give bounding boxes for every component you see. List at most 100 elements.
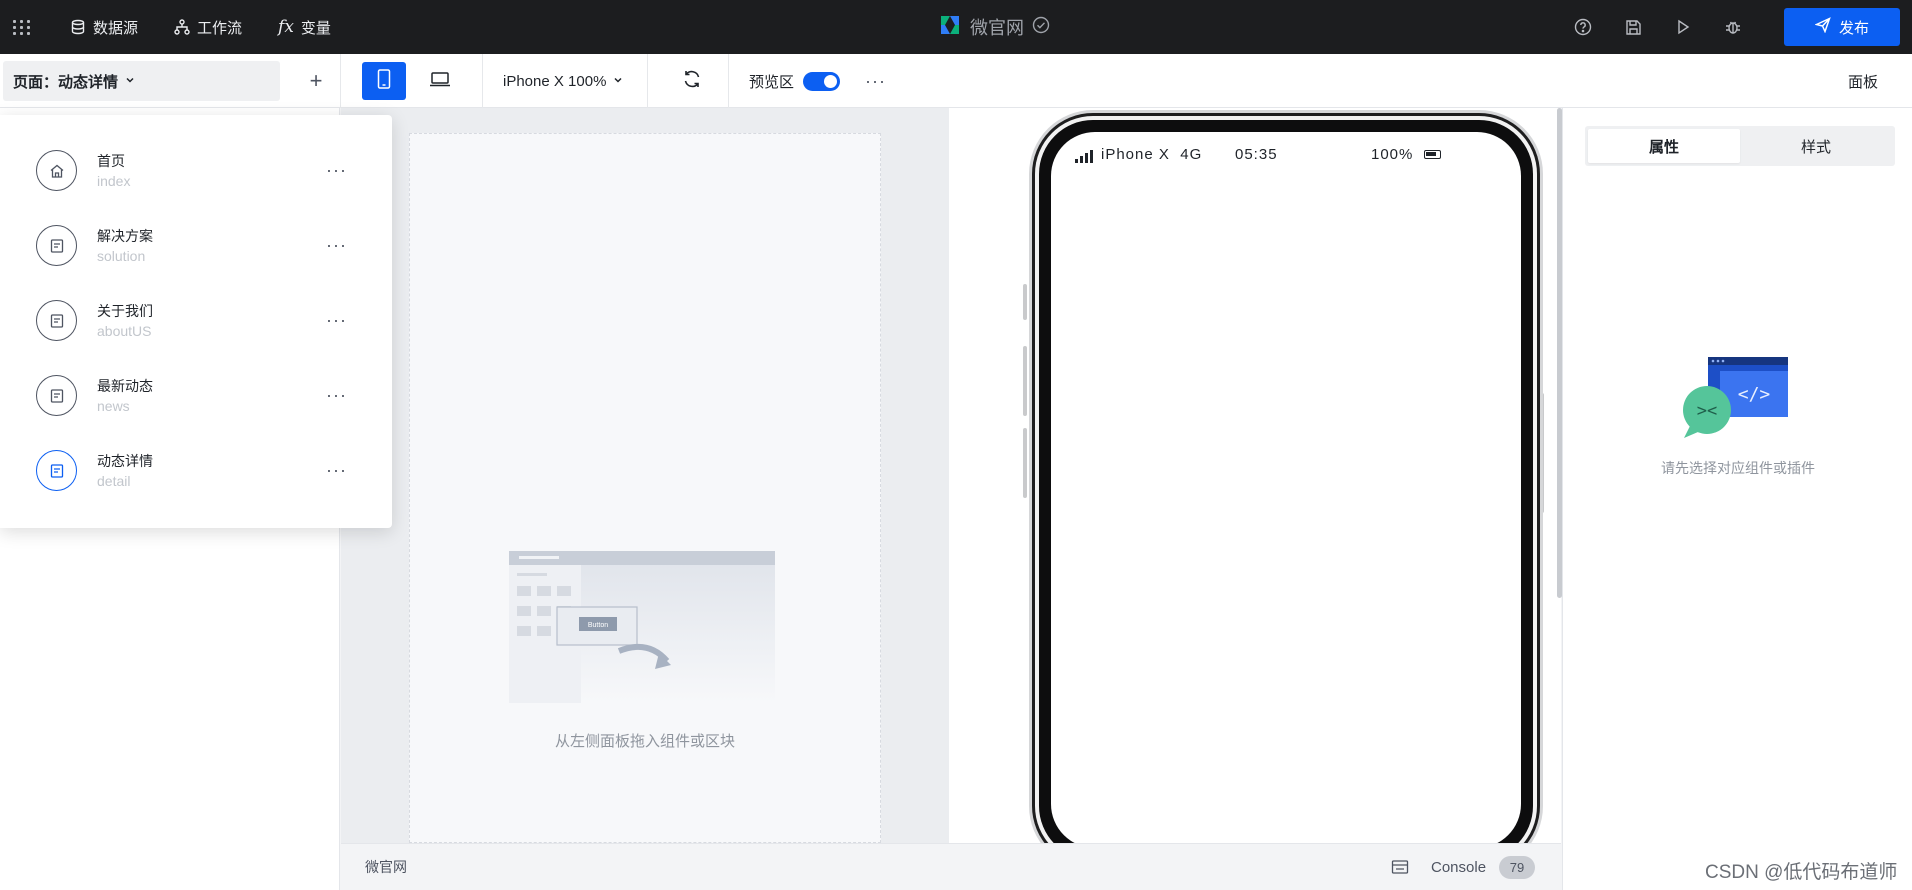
page-title: 动态详情 xyxy=(97,452,153,469)
status-battery-percent: 100% xyxy=(1371,146,1414,163)
illustration-button-label: Button xyxy=(588,622,608,629)
phone-mute-button xyxy=(1023,284,1027,320)
fx-icon: fx xyxy=(278,17,294,37)
more-options-icon[interactable]: ··· xyxy=(326,160,347,181)
tab-properties[interactable]: 属性 xyxy=(1588,129,1740,163)
divider xyxy=(482,54,483,108)
chevron-down-icon xyxy=(124,73,136,90)
phone-screen[interactable]: iPhone X 4G 05:35 100% xyxy=(1051,132,1521,843)
page-item-solution[interactable]: 解决方案 solution ··· xyxy=(0,208,392,283)
nav-workflow-label: 工作流 xyxy=(197,19,243,37)
more-options-icon[interactable]: ··· xyxy=(326,385,347,406)
page-item-detail[interactable]: 动态详情 detail ··· xyxy=(0,433,392,508)
signal-icon xyxy=(1075,149,1093,163)
app-title: 微官网 xyxy=(970,18,1024,38)
app-logo-icon xyxy=(938,14,962,41)
svg-text:</>: </> xyxy=(1738,384,1771,405)
page-slug: detail xyxy=(97,472,131,489)
page-icon xyxy=(36,375,77,416)
phone-preview-area: iPhone X 4G 05:35 100% xyxy=(949,108,1561,843)
console-count-badge: 79 xyxy=(1499,856,1535,879)
device-selector[interactable]: iPhone X 100% xyxy=(503,54,624,108)
home-icon xyxy=(36,150,77,191)
page-icon xyxy=(36,450,77,491)
app-title-group: 微官网 xyxy=(938,0,1050,54)
chevron-down-icon xyxy=(612,73,624,90)
bottom-bar: 微官网 Console 79 xyxy=(341,843,1561,890)
editor-toolbar: 页面：动态详情 + iPhone X 100% 预览区 ··· 面板 xyxy=(0,54,1912,108)
app-grid-icon[interactable] xyxy=(0,0,44,54)
page-icon xyxy=(36,225,77,266)
page-icon xyxy=(36,300,77,341)
preview-label: 预览区 xyxy=(749,73,795,91)
page-title: 解决方案 xyxy=(97,227,153,244)
watermark: CSDN @低代码布道师 xyxy=(1705,862,1898,883)
phone-volume-down xyxy=(1023,428,1027,498)
panel-toggle[interactable]: 面板 xyxy=(1848,54,1878,108)
svg-text:><: >< xyxy=(1697,401,1717,421)
page-title: 最新动态 xyxy=(97,377,153,394)
panel-tabs: 属性 样式 xyxy=(1585,126,1895,166)
page-title: 首页 xyxy=(97,152,125,169)
laptop-icon xyxy=(429,71,451,92)
mobile-icon xyxy=(377,68,391,94)
page-slug: aboutUS xyxy=(97,322,152,339)
more-options-icon[interactable]: ··· xyxy=(326,310,347,331)
drop-hint: 从左侧面板拖入组件或区块 xyxy=(554,733,735,750)
save-icon[interactable] xyxy=(1608,0,1658,54)
run-icon[interactable] xyxy=(1658,0,1708,54)
component-dropzone[interactable]: Button 从左侧面板拖入组件或区块 xyxy=(409,133,881,843)
battery-icon xyxy=(1424,150,1441,159)
publish-button[interactable]: 发布 xyxy=(1784,8,1900,46)
status-time: 05:35 xyxy=(1235,146,1278,163)
divider xyxy=(728,54,729,108)
nav-workflow[interactable]: 工作流 xyxy=(174,0,242,54)
drag-illustration: Button xyxy=(509,551,775,703)
nav-variables-label: 变量 xyxy=(300,19,331,37)
status-carrier: iPhone X 4G xyxy=(1101,146,1202,163)
network-label: 4G xyxy=(1180,146,1203,163)
preview-toggle[interactable] xyxy=(803,72,840,91)
page-slug: index xyxy=(97,172,131,189)
page-selector[interactable]: 页面：动态详情 xyxy=(3,61,280,101)
page-selector-label: 页面：动态详情 xyxy=(13,73,119,91)
carrier-label: iPhone X xyxy=(1101,146,1170,163)
page-slug: news xyxy=(97,397,130,414)
top-tools: 发布 xyxy=(1558,0,1912,54)
send-icon xyxy=(1814,17,1831,37)
tab-styles[interactable]: 样式 xyxy=(1740,129,1892,163)
more-options-icon[interactable]: ··· xyxy=(326,235,347,256)
nav-datasource[interactable]: 数据源 xyxy=(70,0,138,54)
publish-label: 发布 xyxy=(1838,19,1869,37)
page-list-popup: 首页 index ··· 解决方案 solution ··· 关于我们 abou… xyxy=(0,115,392,528)
desktop-view-button[interactable] xyxy=(418,62,462,100)
divider xyxy=(340,54,341,108)
bottom-app-name: 微官网 xyxy=(365,859,407,875)
phone-volume-up xyxy=(1023,346,1027,416)
editor-canvas: Button 从左侧面板拖入组件或区块 iPhone X 4G 05:35 10… xyxy=(341,108,1561,843)
refresh-icon xyxy=(682,69,702,94)
console-button[interactable]: Console xyxy=(1431,844,1486,890)
page-item-index[interactable]: 首页 index ··· xyxy=(0,133,392,208)
add-page-button[interactable]: + xyxy=(296,61,336,101)
properties-panel: 属性 样式 </> >< 请先选择对应组件或插件 xyxy=(1562,108,1912,890)
workflow-icon xyxy=(174,19,190,35)
console-icon[interactable] xyxy=(1391,859,1409,880)
refresh-button[interactable] xyxy=(672,62,712,100)
page-item-aboutus[interactable]: 关于我们 aboutUS ··· xyxy=(0,283,392,358)
more-options-icon[interactable]: ··· xyxy=(326,460,347,481)
device-selector-label: iPhone X 100% xyxy=(503,72,607,90)
mobile-view-button[interactable] xyxy=(362,62,406,100)
top-bar: 数据源 工作流 fx 变量 微官网 发布 xyxy=(0,0,1912,54)
nav-datasource-label: 数据源 xyxy=(93,19,139,37)
more-options-icon[interactable]: ··· xyxy=(865,54,886,108)
help-icon[interactable] xyxy=(1558,0,1608,54)
page-item-news[interactable]: 最新动态 news ··· xyxy=(0,358,392,433)
page-title: 关于我们 xyxy=(97,302,153,319)
empty-state-illustration: </> >< xyxy=(1680,353,1796,448)
debug-bug-icon[interactable] xyxy=(1708,0,1758,54)
nav-variables[interactable]: fx 变量 xyxy=(278,0,331,54)
phone-status-bar: iPhone X 4G 05:35 100% xyxy=(1051,146,1521,168)
database-icon xyxy=(70,19,86,35)
phone-frame: iPhone X 4G 05:35 100% xyxy=(1029,110,1543,843)
